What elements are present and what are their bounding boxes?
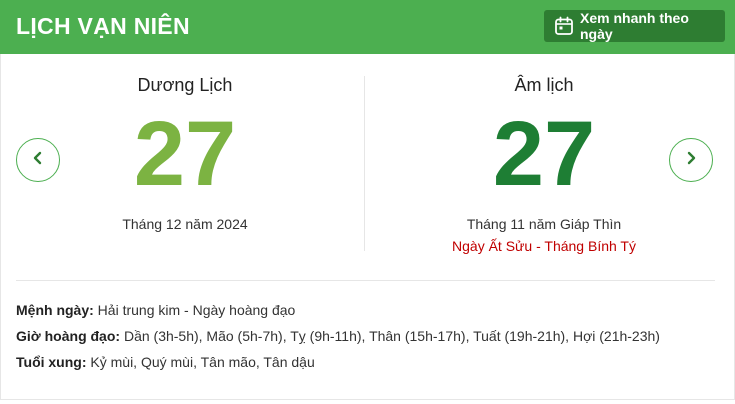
lunar-month-year: Tháng 11 năm Giáp Thìn [466,216,622,232]
tuoi-xung-value: Kỷ mùi, Quý mùi, Tân mão, Tân dậu [90,354,315,370]
solar-calendar-column: Dương Lịch 27 Tháng 12 năm 2024 [85,74,285,232]
solar-day-number: 27 [133,103,237,205]
lunar-calendar-column: Âm lịch 27 Tháng 11 năm Giáp Thìn Ngày Ấ… [444,74,644,254]
page-title: LỊCH VẠN NIÊN [16,13,190,39]
section-divider [16,280,715,281]
calendar-icon [554,16,574,36]
header-bar: LỊCH VẠN NIÊN Xem nhanh theo ngày [0,0,735,54]
gio-hoang-dao-row: Giờ hoàng đạo: Dần (3h-5h), Mão (5h-7h),… [16,328,660,344]
gio-hoang-dao-label: Giờ hoàng đạo: [16,328,121,344]
menh-ngay-label: Mệnh ngày: [16,302,94,318]
next-day-button[interactable] [669,138,713,182]
lunar-title: Âm lịch [514,75,574,95]
chevron-right-icon [683,150,699,171]
previous-day-button[interactable] [16,138,60,182]
lunar-can-chi: Ngày Ất Sửu - Tháng Bính Tý [452,238,636,254]
solar-month-year: Tháng 12 năm 2024 [122,216,248,232]
menh-ngay-row: Mệnh ngày: Hải trung kim - Ngày hoàng đạ… [16,302,295,318]
gio-hoang-dao-value: Dần (3h-5h), Mão (5h-7h), Tỵ (9h-11h), T… [123,328,660,344]
menh-ngay-value: Hải trung kim - Ngày hoàng đạo [97,302,296,318]
column-divider [364,76,365,251]
tuoi-xung-row: Tuổi xung: Kỷ mùi, Quý mùi, Tân mão, Tân… [16,354,315,370]
solar-title: Dương Lịch [137,75,233,95]
quick-view-label: Xem nhanh theo ngày [580,10,689,42]
chevron-left-icon [30,150,46,171]
tuoi-xung-label: Tuổi xung: [16,354,87,370]
quick-view-by-date-button[interactable]: Xem nhanh theo ngày [544,10,725,42]
lunar-day-number: 27 [492,103,596,205]
